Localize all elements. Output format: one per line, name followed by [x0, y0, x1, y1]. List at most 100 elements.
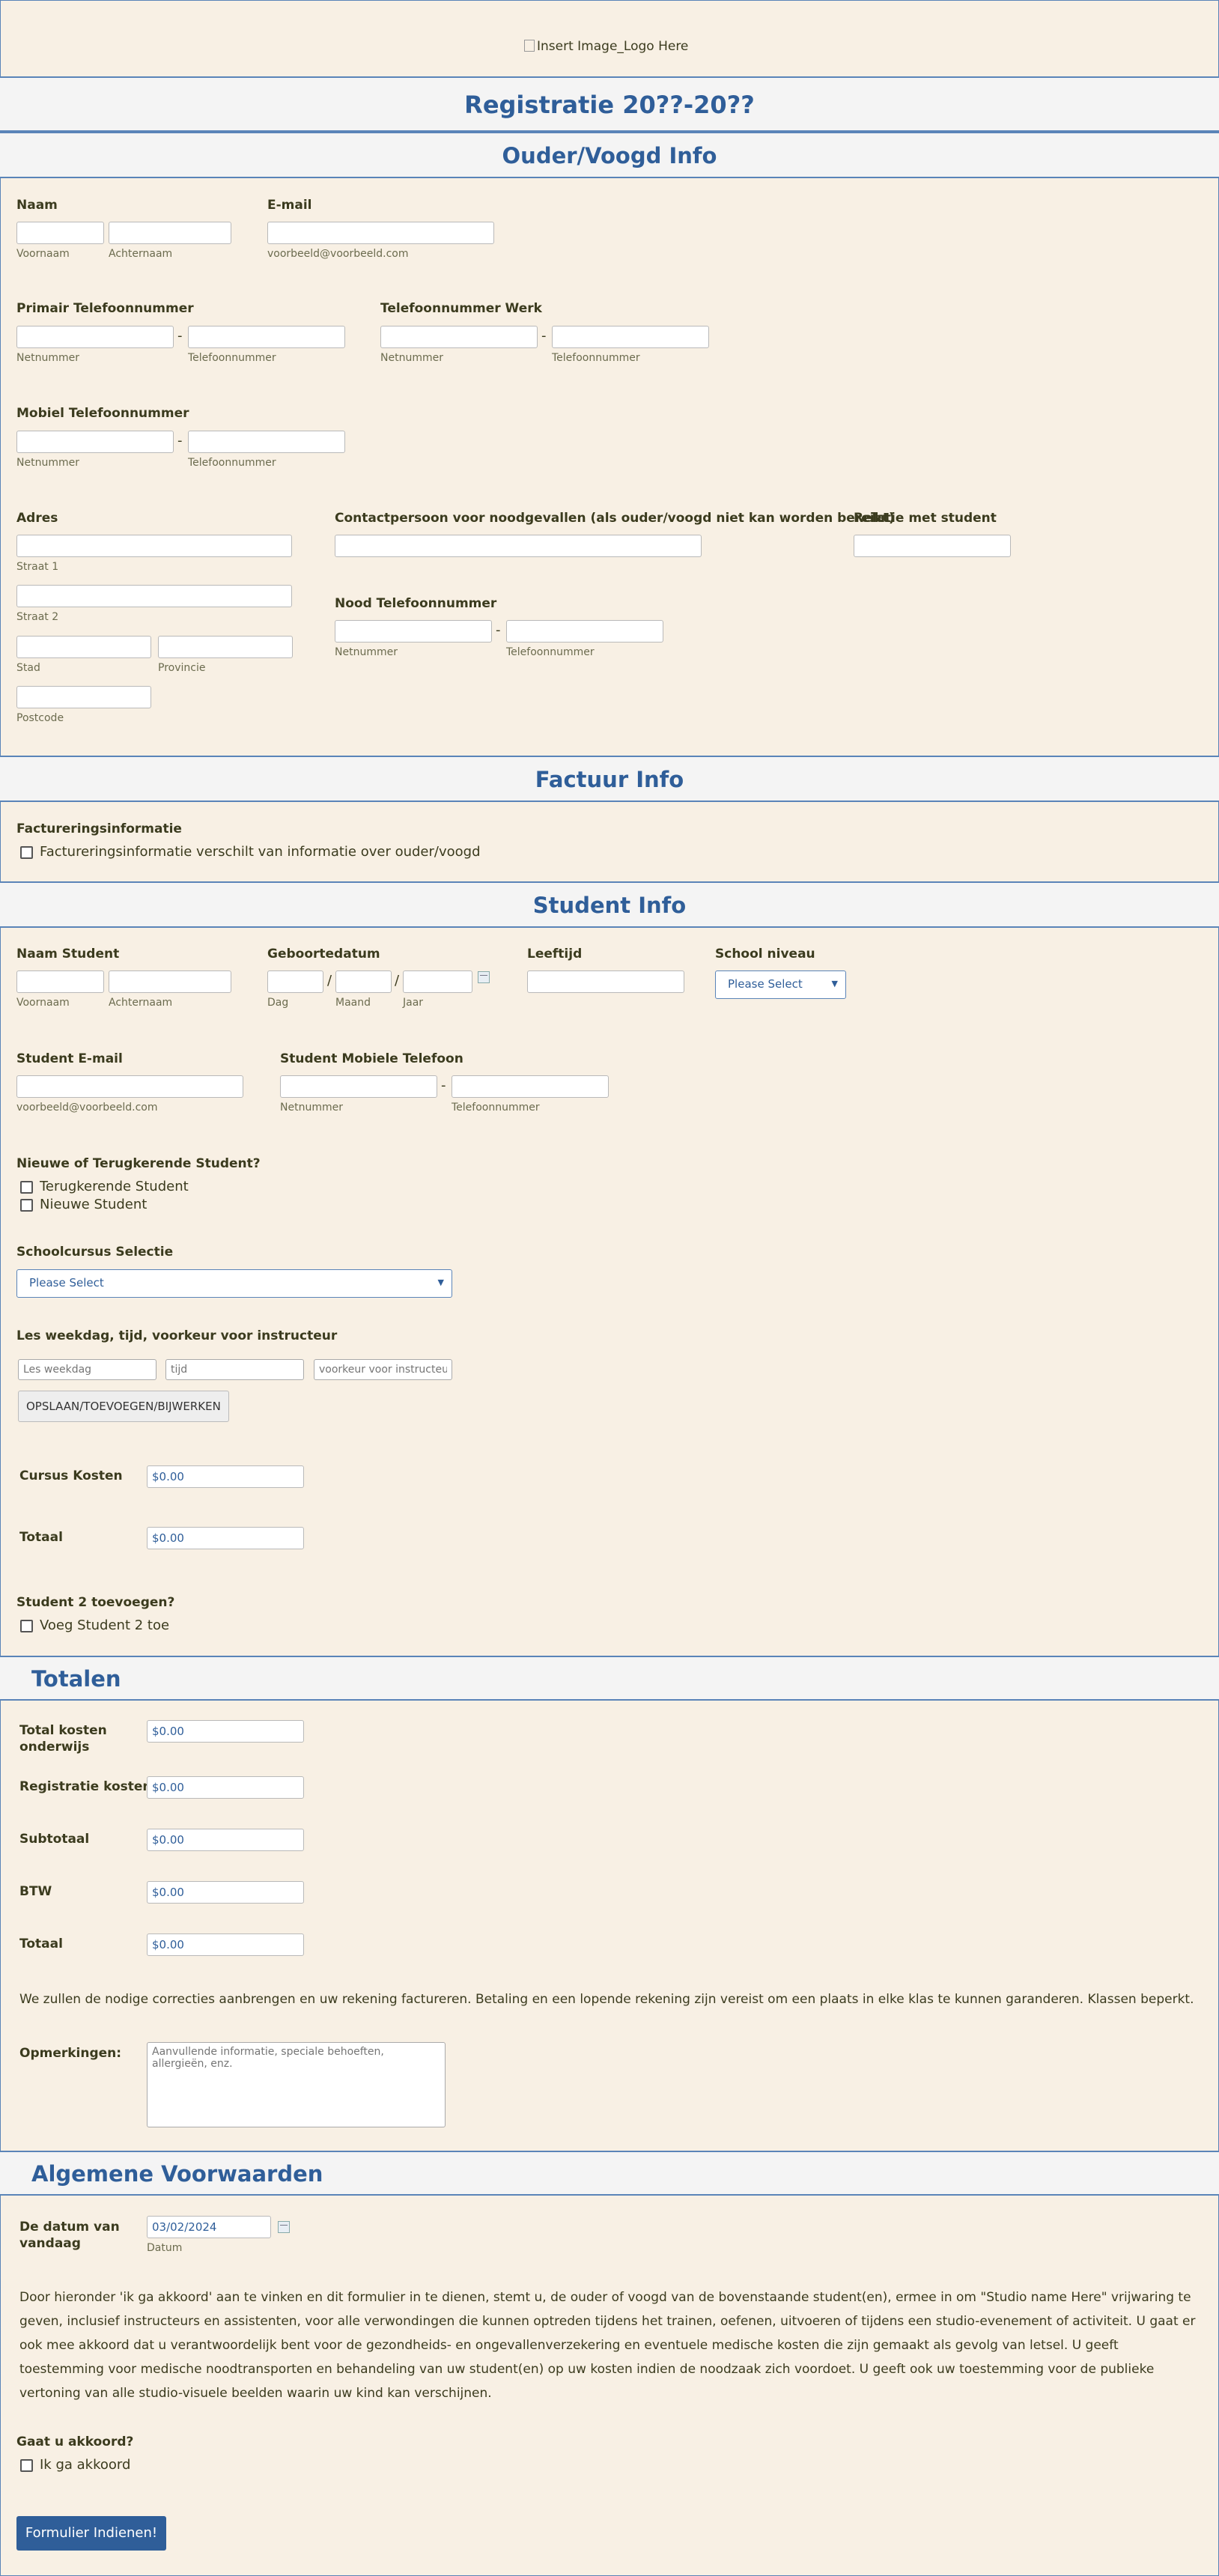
vat-input[interactable]: [147, 1881, 304, 1904]
province-sub: Provincie: [158, 662, 206, 674]
billing-differs-label: Factureringsinformatie verschilt van inf…: [40, 844, 481, 860]
today-date-input[interactable]: [147, 2216, 271, 2238]
section-title-terms: Algemene Voorwaarden: [31, 2161, 323, 2187]
vat-label: BTW: [19, 1884, 52, 1899]
billing-differs-checkbox[interactable]: [20, 846, 33, 859]
mobile-phone-area-input[interactable]: [16, 431, 174, 453]
lesson-time-input[interactable]: [165, 1359, 304, 1380]
mobile-phone-number-input[interactable]: [188, 431, 345, 453]
section-header-billing: Factuur Info: [0, 756, 1219, 802]
student-first-name-input[interactable]: [16, 970, 104, 993]
birthdate-label: Geboortedatum: [267, 947, 380, 962]
education-total-input[interactable]: [147, 1720, 304, 1743]
work-phone-number-sub: Telefoonnummer: [552, 352, 640, 364]
city-input[interactable]: [16, 636, 151, 658]
primary-phone-dash: -: [177, 328, 183, 344]
registration-cost-input[interactable]: [147, 1776, 304, 1799]
section-header-totals: Totalen: [0, 1656, 1219, 1701]
lesson-instructor-input[interactable]: [314, 1359, 452, 1380]
work-phone-label: Telefoonnummer Werk: [380, 301, 542, 316]
student-email-label: Student E-mail: [16, 1051, 123, 1066]
work-phone-area-sub: Netnummer: [380, 352, 443, 364]
birth-month-sub: Maand: [335, 997, 371, 1009]
school-level-select[interactable]: Please Select ▼: [715, 970, 846, 999]
add-student2-label: Student 2 toevoegen?: [16, 1595, 175, 1610]
birth-month-input[interactable]: [335, 970, 392, 993]
mobile-phone-number-sub: Telefoonnummer: [188, 457, 276, 469]
student-mobile-number-sub: Telefoonnummer: [452, 1102, 540, 1114]
section-title-student: Student Info: [532, 893, 687, 918]
section-title-billing: Factuur Info: [535, 767, 684, 792]
parent-first-name-input[interactable]: [16, 222, 104, 244]
street1-sub: Straat 1: [16, 561, 59, 573]
course-cost-input[interactable]: [147, 1465, 304, 1488]
relation-label: Relatie met student: [854, 511, 997, 526]
remarks-textarea[interactable]: [147, 2042, 446, 2127]
primary-phone-number-input[interactable]: [188, 326, 345, 348]
student-email-sub: voorbeeld@voorbeeld.com: [16, 1102, 158, 1114]
student-mobile-area-sub: Netnummer: [280, 1102, 343, 1114]
primary-phone-area-input[interactable]: [16, 326, 174, 348]
agree-option-label: Ik ga akkoord: [40, 2457, 131, 2473]
student-mobile-dash: -: [441, 1078, 446, 1093]
add-student2-checkbox[interactable]: [20, 1620, 33, 1632]
course-select[interactable]: Please Select ▼: [16, 1269, 452, 1298]
calendar-icon[interactable]: [278, 2221, 290, 2233]
section-title-parent: Ouder/Voogd Info: [502, 143, 717, 168]
primary-phone-area-sub: Netnummer: [16, 352, 79, 364]
parent-email-input[interactable]: [267, 222, 494, 244]
agree-question-label: Gaat u akkoord?: [16, 2434, 134, 2449]
submit-button[interactable]: Formulier Indienen!: [16, 2516, 166, 2551]
student-mobile-label: Student Mobiele Telefoon: [280, 1051, 463, 1066]
emergency-phone-number-input[interactable]: [506, 620, 663, 643]
postcode-sub: Postcode: [16, 712, 64, 724]
emergency-phone-dash: -: [496, 622, 501, 638]
student-mobile-area-input[interactable]: [280, 1075, 437, 1098]
age-input[interactable]: [527, 970, 684, 993]
calendar-icon[interactable]: [478, 971, 490, 983]
emergency-contact-input[interactable]: [335, 535, 702, 557]
agree-checkbox[interactable]: [20, 2459, 33, 2472]
course-select-value: Please Select: [29, 1276, 104, 1289]
birth-day-input[interactable]: [267, 970, 323, 993]
returning-student-checkbox[interactable]: [20, 1181, 33, 1194]
street1-input[interactable]: [16, 535, 292, 557]
add-student2-option: Voeg Student 2 toe: [40, 1617, 170, 1633]
returning-student-label: Terugkerende Student: [40, 1179, 189, 1194]
emergency-phone-number-sub: Telefoonnummer: [506, 646, 595, 658]
mobile-phone-area-sub: Netnummer: [16, 457, 79, 469]
student-mobile-number-input[interactable]: [452, 1075, 609, 1098]
emergency-phone-area-sub: Netnummer: [335, 646, 398, 658]
parent-last-name-input[interactable]: [109, 222, 231, 244]
city-sub: Stad: [16, 662, 40, 674]
birth-year-sub: Jaar: [403, 997, 424, 1009]
course-cost-label: Cursus Kosten: [19, 1468, 123, 1483]
subtotal-label: Subtotaal: [19, 1832, 90, 1847]
new-student-checkbox[interactable]: [20, 1199, 33, 1212]
student-email-input[interactable]: [16, 1075, 243, 1098]
emergency-phone-area-input[interactable]: [335, 620, 492, 643]
today-date-sub: Datum: [147, 2242, 183, 2254]
lesson-weekday-input[interactable]: [18, 1359, 156, 1380]
birth-day-sub: Dag: [267, 997, 289, 1009]
student-first-name-sub: Voornaam: [16, 997, 70, 1009]
relation-input[interactable]: [854, 535, 1011, 557]
student-last-name-input[interactable]: [109, 970, 231, 993]
subtotal-input[interactable]: [147, 1829, 304, 1851]
mobile-phone-label: Mobiel Telefoonnummer: [16, 406, 189, 421]
birth-year-input[interactable]: [403, 970, 472, 993]
emergency-phone-label: Nood Telefoonnummer: [335, 596, 497, 611]
street2-sub: Straat 2: [16, 611, 59, 623]
student-total-input[interactable]: [147, 1527, 304, 1549]
section-header-student: Student Info: [0, 881, 1219, 928]
work-phone-area-input[interactable]: [380, 326, 538, 348]
mobile-phone-dash: -: [177, 433, 183, 449]
province-input[interactable]: [158, 636, 293, 658]
billing-label: Factureringsinformatie: [16, 821, 182, 836]
street2-input[interactable]: [16, 585, 292, 607]
save-add-update-button[interactable]: OPSLAAN/TOEVOEGEN/BIJWERKEN: [18, 1391, 229, 1422]
postcode-input[interactable]: [16, 686, 151, 708]
grand-total-input[interactable]: [147, 1933, 304, 1956]
primary-phone-number-sub: Telefoonnummer: [188, 352, 276, 364]
work-phone-number-input[interactable]: [552, 326, 709, 348]
